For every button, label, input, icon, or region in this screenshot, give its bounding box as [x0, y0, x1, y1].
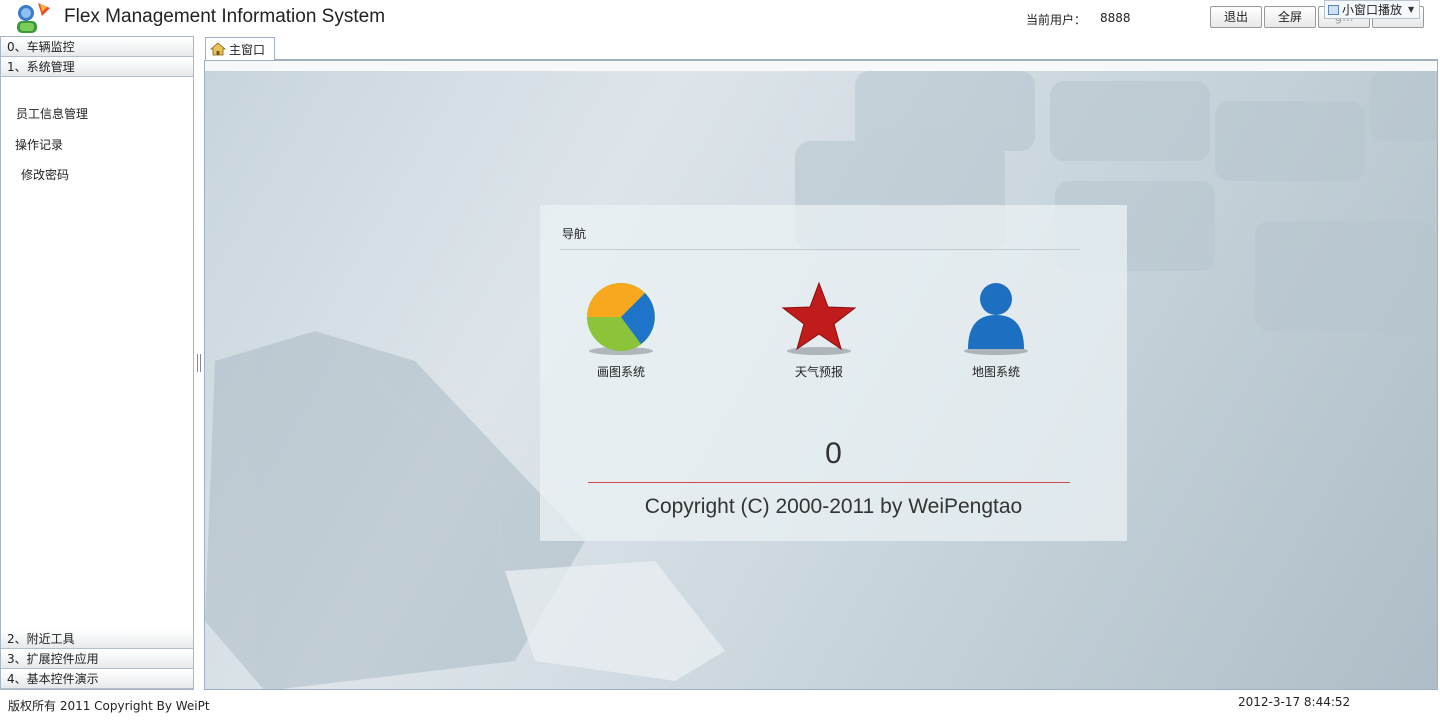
nav-item-label: 地图系统 [971, 365, 1020, 379]
pie-chart-icon [587, 283, 655, 355]
logout-button[interactable]: 退出 [1210, 6, 1262, 28]
app-logo-icon [12, 0, 52, 36]
navigation-divider [560, 249, 1080, 250]
home-icon [210, 42, 226, 56]
sidebar-accordion: 0、车辆监控 1、系统管理 员工信息管理 操作记录 修改密码 2、附近工具 3、… [0, 36, 194, 690]
app-title: Flex Management Information System [64, 6, 386, 27]
tab-main-window[interactable]: 主窗口 [205, 37, 275, 60]
star-icon [781, 281, 857, 355]
navigation-title: 导航 [562, 227, 587, 241]
current-user-value: 8888 [1100, 11, 1131, 25]
sidebar-section-vehicle-monitor[interactable]: 0、车辆监控 [1, 37, 193, 57]
mini-window-label: 小窗口播放 [1342, 3, 1403, 17]
counter-divider [588, 482, 1070, 483]
navigation-panel: 导航 画图系统 天气预报 地图系统 0 Copyright (C) 2000-2… [540, 205, 1127, 541]
copyright-text: Copyright (C) 2000-2011 by WeiPengtao [644, 495, 1023, 518]
app-window: Flex Management Information System 当前用户：… [0, 0, 1440, 722]
nav-item-weather-forecast[interactable]: 天气预报 [764, 281, 874, 380]
nav-item-label: 画图系统 [596, 365, 645, 379]
panel-splitter-handle[interactable] [197, 354, 201, 372]
nav-item-label: 天气预报 [794, 365, 843, 379]
nav-item-map-system[interactable]: 地图系统 [941, 281, 1051, 380]
mini-window-play-button[interactable]: 小窗口播放 ▼ [1324, 0, 1420, 19]
sidebar-item-operation-log[interactable]: 操作记录 [15, 136, 63, 153]
counter-value: 0 [825, 437, 842, 470]
window-icon [1328, 4, 1339, 15]
sidebar-section-extended-controls[interactable]: 3、扩展控件应用 [1, 649, 193, 669]
sidebar-item-change-password[interactable]: 修改密码 [21, 166, 69, 183]
tab-label: 主窗口 [229, 42, 266, 57]
main-content-area: 导航 画图系统 天气预报 地图系统 0 Copyright (C) 2000-2… [204, 60, 1438, 690]
nav-item-drawing-system[interactable]: 画图系统 [566, 281, 676, 380]
sidebar-section-system-management[interactable]: 1、系统管理 [1, 57, 193, 77]
dropdown-arrow-icon: ▼ [1408, 5, 1415, 14]
sidebar-section-basic-controls[interactable]: 4、基本控件演示 [1, 669, 193, 689]
user-icon [964, 283, 1028, 355]
current-user-label: 当前用户： [1026, 13, 1087, 27]
sidebar-item-staff-info[interactable]: 员工信息管理 [16, 105, 88, 122]
fullscreen-button[interactable]: 全屏 [1264, 6, 1316, 28]
footer-copyright: 版权所有 2011 Copyright By WeiPt [8, 699, 210, 713]
footer-datetime: 2012-3-17 8:44:52 [1238, 695, 1351, 709]
sidebar-section-nearby-tools[interactable]: 2、附近工具 [1, 629, 193, 649]
